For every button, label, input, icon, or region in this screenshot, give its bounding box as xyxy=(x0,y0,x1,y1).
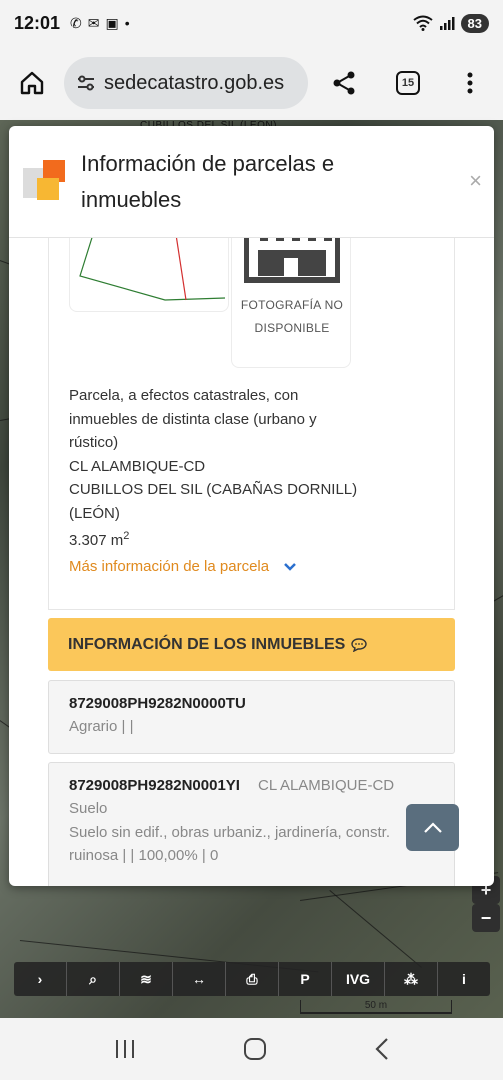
parcel-type-line-1: Parcela, a efectos catastrales, con xyxy=(69,387,299,404)
package-icon: ▣ xyxy=(105,14,119,31)
measure-tool-button[interactable]: ↔ xyxy=(173,962,226,996)
status-time: 12:01 xyxy=(14,12,61,33)
parcel-area: 3.307 m2 xyxy=(69,525,369,553)
inmueble-use: Suelo xyxy=(69,800,108,817)
search-tool-button[interactable]: ⌕ xyxy=(67,962,120,996)
parcel-area-value: 3.307 m xyxy=(69,532,124,549)
back-icon[interactable] xyxy=(373,1036,391,1062)
zoom-out-button[interactable]: − xyxy=(472,904,500,932)
dialog-body[interactable]: FOTOGRAFÍA NO DISPONIBLE Parcela, a efec… xyxy=(9,238,494,886)
mail-icon: ✉ xyxy=(87,14,100,31)
recent-apps-icon[interactable] xyxy=(113,1038,137,1060)
parcel-tool-button[interactable]: P xyxy=(279,962,332,996)
map-toolbar: › ⌕ ≋ ↔ ⎙ P IVG ⁂ i xyxy=(14,962,490,996)
scale-label: 50 m xyxy=(364,1000,388,1011)
parcel-description: Parcela, a efectos catastrales, con inmu… xyxy=(69,384,369,553)
battery-icon: 83 xyxy=(460,13,489,33)
inmueble-use: Agrario | | xyxy=(69,718,134,735)
notification-icons: ✆ ✉ ▣ • xyxy=(70,15,130,32)
inmuebles-section-header[interactable]: INFORMACIÓN DE LOS INMUEBLES xyxy=(48,618,455,671)
parcel-area-unit-exponent: 2 xyxy=(123,530,130,542)
overlay-tool-button[interactable]: ⁂ xyxy=(385,962,438,996)
photo-placeholder: FOTOGRAFÍA NO DISPONIBLE xyxy=(231,238,351,368)
parcel-municipality: CUBILLOS DEL SIL (CABAÑAS DORNILL) xyxy=(69,481,358,498)
wifi-icon xyxy=(412,15,433,31)
parcel-sketch-image[interactable] xyxy=(69,238,229,312)
inmueble-reference: 8729008PH9282N0000TU xyxy=(69,695,246,712)
chat-bubble-icon xyxy=(351,637,368,652)
share-icon[interactable] xyxy=(326,65,362,101)
home-nav-icon[interactable] xyxy=(242,1036,268,1062)
parcel-type-line-2: inmuebles de distinta clase (urbano y xyxy=(69,410,317,428)
home-icon[interactable] xyxy=(14,65,50,101)
more-parcel-info-label: Más información de la parcela xyxy=(69,558,270,575)
chevron-down-icon xyxy=(284,562,296,571)
site-settings-icon[interactable] xyxy=(76,74,96,92)
address-bar[interactable]: sedecatastro.gob.es xyxy=(64,57,308,109)
parcel-info-dialog: Información de parcelas e inmuebles × FO… xyxy=(9,126,494,886)
parcel-province: (LEÓN) xyxy=(69,504,120,522)
inmueble-detail-2: ruinosa | | 100,00% | 0 xyxy=(69,847,219,864)
expand-tool-button[interactable]: › xyxy=(14,962,67,996)
inmueble-address: CL ALAMBIQUE-CD xyxy=(257,777,395,794)
url-text: sedecatastro.gob.es xyxy=(104,71,285,94)
dot-icon: • xyxy=(124,15,130,31)
map-scale-bar: 50 m xyxy=(300,1000,452,1014)
inmueble-item[interactable]: 8729008PH9282N0001YI CL ALAMBIQUE-CD Suel… xyxy=(48,762,455,886)
catastro-logo xyxy=(23,159,67,204)
inmueble-reference: 8729008PH9282N0001YI CL ALAMBIQUE-CD xyxy=(69,777,395,794)
missed-call-icon: ✆ xyxy=(70,14,82,31)
layers-tool-button[interactable]: ≋ xyxy=(120,962,173,996)
parcel-card: FOTOGRAFÍA NO DISPONIBLE Parcela, a efec… xyxy=(48,238,455,610)
inmuebles-header-label: INFORMACIÓN DE LOS INMUEBLES xyxy=(68,635,346,653)
tabs-button[interactable]: 15 xyxy=(390,65,426,101)
ivg-tool-button[interactable]: IVG xyxy=(332,962,385,996)
status-bar: 12:01 ✆ ✉ ▣ • 83 xyxy=(0,0,503,46)
dialog-title: Información de parcelas e inmuebles xyxy=(81,150,335,212)
scroll-to-top-button[interactable] xyxy=(406,804,459,851)
tab-count: 15 xyxy=(396,71,420,95)
signal-icon xyxy=(439,17,455,30)
dialog-header: Información de parcelas e inmuebles × xyxy=(9,126,494,238)
building-icon xyxy=(244,238,340,283)
menu-icon[interactable] xyxy=(452,65,488,101)
print-tool-button[interactable]: ⎙ xyxy=(226,962,279,996)
inmueble-detail-1: Suelo sin edif., obras urbaniz., jardine… xyxy=(69,823,391,841)
inmueble-item[interactable]: 8729008PH9282N0000TU Agrario | | xyxy=(48,680,455,754)
parcel-address: CL ALAMBIQUE-CD xyxy=(69,457,206,475)
photo-unavailable-text: FOTOGRAFÍA NO DISPONIBLE xyxy=(240,298,344,335)
browser-toolbar: sedecatastro.gob.es 15 xyxy=(0,46,503,120)
close-icon[interactable]: × xyxy=(469,168,482,194)
more-parcel-info-link[interactable]: Más información de la parcela xyxy=(69,558,297,575)
system-nav-bar xyxy=(0,1018,503,1080)
info-tool-button[interactable]: i xyxy=(438,962,490,996)
parcel-type-line-3: rústico) xyxy=(69,434,119,451)
chevron-up-icon xyxy=(423,821,442,833)
